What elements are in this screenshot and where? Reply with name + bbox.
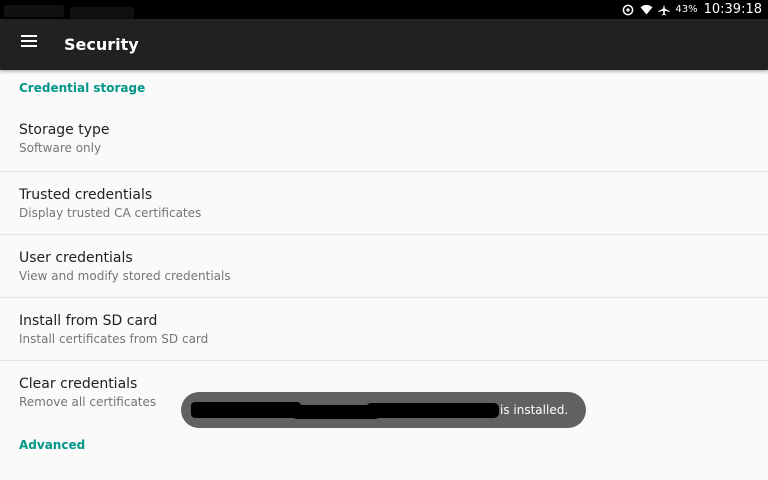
- pref-install-from-sd-card[interactable]: Install from SD card Install certificate…: [0, 298, 768, 361]
- pref-summary: Display trusted CA certificates: [19, 206, 202, 220]
- section-header-advanced: Advanced: [19, 438, 86, 452]
- redacted-notification-icons: [0, 3, 140, 19]
- status-bar: 43% 10:39:18: [0, 0, 768, 19]
- pref-title: Storage type: [19, 122, 110, 138]
- app-bar: Security: [0, 19, 768, 70]
- wifi-icon: [639, 3, 653, 17]
- section-header-credential-storage: Credential storage: [19, 81, 146, 95]
- battery-percent: 43%: [675, 4, 698, 15]
- toast-text: is installed.: [500, 403, 569, 417]
- pref-summary: Software only: [19, 141, 102, 155]
- pref-trusted-credentials[interactable]: Trusted credentials Display trusted CA c…: [0, 172, 768, 235]
- pref-user-credentials[interactable]: User credentials View and modify stored …: [0, 235, 768, 298]
- pref-title: Install from SD card: [19, 313, 158, 329]
- toast-message: is installed.: [181, 392, 586, 428]
- pref-summary: View and modify stored credentials: [19, 269, 231, 283]
- pref-title: Trusted credentials: [19, 187, 153, 203]
- airplane-icon: [657, 3, 671, 17]
- data-saver-icon: [621, 3, 635, 17]
- pref-storage-type[interactable]: Storage type Software only: [0, 108, 768, 172]
- redaction-mark: [366, 403, 499, 418]
- status-time: 10:39:18: [703, 2, 762, 17]
- redaction-mark: [4, 5, 64, 17]
- status-icons: 43% 10:39:18: [621, 0, 762, 19]
- pref-summary: Install certificates from SD card: [19, 332, 209, 346]
- pref-title: Clear credentials: [19, 376, 138, 392]
- redacted-toast-text: [191, 401, 499, 421]
- pref-title: User credentials: [19, 250, 133, 266]
- redaction-mark: [191, 402, 301, 418]
- page-title: Security: [64, 35, 139, 54]
- hamburger-menu-icon[interactable]: [18, 30, 40, 52]
- redaction-mark: [70, 7, 134, 19]
